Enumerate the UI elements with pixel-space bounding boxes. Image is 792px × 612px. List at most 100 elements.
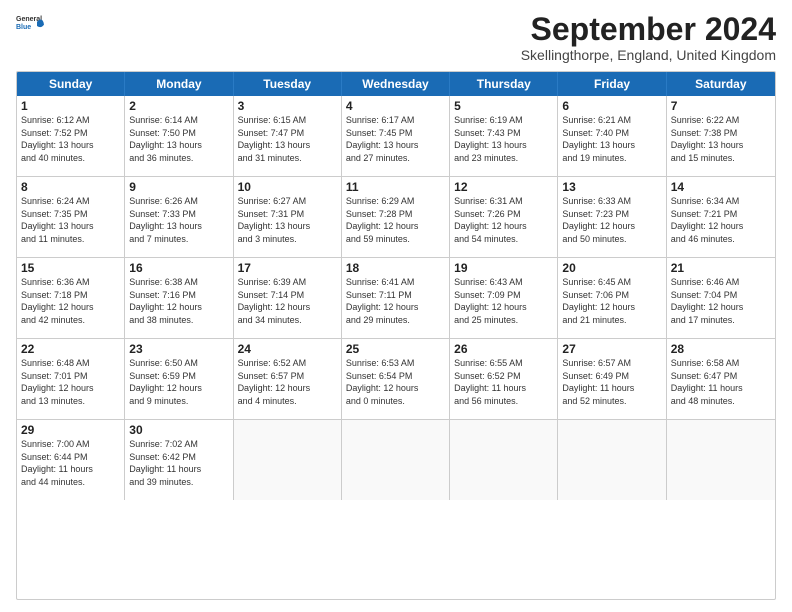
calendar-row: 8Sunrise: 6:24 AM Sunset: 7:35 PM Daylig…	[17, 177, 775, 258]
cell-info: Sunrise: 6:46 AM Sunset: 7:04 PM Dayligh…	[671, 276, 771, 326]
day-number: 16	[129, 261, 228, 275]
table-row: 27Sunrise: 6:57 AM Sunset: 6:49 PM Dayli…	[558, 339, 666, 419]
table-row: 19Sunrise: 6:43 AM Sunset: 7:09 PM Dayli…	[450, 258, 558, 338]
day-number: 27	[562, 342, 661, 356]
cell-info: Sunrise: 6:12 AM Sunset: 7:52 PM Dayligh…	[21, 114, 120, 164]
cell-info: Sunrise: 6:43 AM Sunset: 7:09 PM Dayligh…	[454, 276, 553, 326]
table-row: 16Sunrise: 6:38 AM Sunset: 7:16 PM Dayli…	[125, 258, 233, 338]
day-number: 19	[454, 261, 553, 275]
table-row: 26Sunrise: 6:55 AM Sunset: 6:52 PM Dayli…	[450, 339, 558, 419]
header-wednesday: Wednesday	[342, 72, 450, 96]
header-monday: Monday	[125, 72, 233, 96]
day-number: 7	[671, 99, 771, 113]
table-row: 18Sunrise: 6:41 AM Sunset: 7:11 PM Dayli…	[342, 258, 450, 338]
day-number: 13	[562, 180, 661, 194]
day-number: 9	[129, 180, 228, 194]
day-number: 11	[346, 180, 445, 194]
header-friday: Friday	[558, 72, 666, 96]
cell-info: Sunrise: 6:31 AM Sunset: 7:26 PM Dayligh…	[454, 195, 553, 245]
table-row: 28Sunrise: 6:58 AM Sunset: 6:47 PM Dayli…	[667, 339, 775, 419]
table-row	[667, 420, 775, 500]
table-row: 17Sunrise: 6:39 AM Sunset: 7:14 PM Dayli…	[234, 258, 342, 338]
day-number: 26	[454, 342, 553, 356]
day-number: 18	[346, 261, 445, 275]
calendar-row: 1Sunrise: 6:12 AM Sunset: 7:52 PM Daylig…	[17, 96, 775, 177]
day-number: 23	[129, 342, 228, 356]
day-number: 15	[21, 261, 120, 275]
cell-info: Sunrise: 6:55 AM Sunset: 6:52 PM Dayligh…	[454, 357, 553, 407]
table-row: 2Sunrise: 6:14 AM Sunset: 7:50 PM Daylig…	[125, 96, 233, 176]
header-thursday: Thursday	[450, 72, 558, 96]
day-number: 24	[238, 342, 337, 356]
calendar: Sunday Monday Tuesday Wednesday Thursday…	[16, 71, 776, 600]
day-number: 10	[238, 180, 337, 194]
table-row: 23Sunrise: 6:50 AM Sunset: 6:59 PM Dayli…	[125, 339, 233, 419]
cell-info: Sunrise: 6:38 AM Sunset: 7:16 PM Dayligh…	[129, 276, 228, 326]
cell-info: Sunrise: 6:57 AM Sunset: 6:49 PM Dayligh…	[562, 357, 661, 407]
header: General Blue September 2024 Skellingthor…	[16, 12, 776, 63]
day-number: 21	[671, 261, 771, 275]
day-number: 25	[346, 342, 445, 356]
day-number: 29	[21, 423, 120, 437]
table-row: 5Sunrise: 6:19 AM Sunset: 7:43 PM Daylig…	[450, 96, 558, 176]
table-row: 13Sunrise: 6:33 AM Sunset: 7:23 PM Dayli…	[558, 177, 666, 257]
cell-info: Sunrise: 6:19 AM Sunset: 7:43 PM Dayligh…	[454, 114, 553, 164]
cell-info: Sunrise: 6:21 AM Sunset: 7:40 PM Dayligh…	[562, 114, 661, 164]
location: Skellingthorpe, England, United Kingdom	[521, 47, 776, 63]
day-number: 1	[21, 99, 120, 113]
cell-info: Sunrise: 6:17 AM Sunset: 7:45 PM Dayligh…	[346, 114, 445, 164]
table-row: 24Sunrise: 6:52 AM Sunset: 6:57 PM Dayli…	[234, 339, 342, 419]
table-row: 29Sunrise: 7:00 AM Sunset: 6:44 PM Dayli…	[17, 420, 125, 500]
cell-info: Sunrise: 7:00 AM Sunset: 6:44 PM Dayligh…	[21, 438, 120, 488]
header-sunday: Sunday	[17, 72, 125, 96]
table-row	[450, 420, 558, 500]
cell-info: Sunrise: 6:39 AM Sunset: 7:14 PM Dayligh…	[238, 276, 337, 326]
cell-info: Sunrise: 6:22 AM Sunset: 7:38 PM Dayligh…	[671, 114, 771, 164]
header-saturday: Saturday	[667, 72, 775, 96]
table-row: 10Sunrise: 6:27 AM Sunset: 7:31 PM Dayli…	[234, 177, 342, 257]
day-number: 28	[671, 342, 771, 356]
table-row: 21Sunrise: 6:46 AM Sunset: 7:04 PM Dayli…	[667, 258, 775, 338]
table-row: 1Sunrise: 6:12 AM Sunset: 7:52 PM Daylig…	[17, 96, 125, 176]
table-row: 25Sunrise: 6:53 AM Sunset: 6:54 PM Dayli…	[342, 339, 450, 419]
table-row: 22Sunrise: 6:48 AM Sunset: 7:01 PM Dayli…	[17, 339, 125, 419]
cell-info: Sunrise: 6:53 AM Sunset: 6:54 PM Dayligh…	[346, 357, 445, 407]
table-row: 12Sunrise: 6:31 AM Sunset: 7:26 PM Dayli…	[450, 177, 558, 257]
day-number: 30	[129, 423, 228, 437]
cell-info: Sunrise: 6:36 AM Sunset: 7:18 PM Dayligh…	[21, 276, 120, 326]
cell-info: Sunrise: 6:29 AM Sunset: 7:28 PM Dayligh…	[346, 195, 445, 245]
day-number: 2	[129, 99, 228, 113]
logo-icon: General Blue	[16, 12, 44, 40]
table-row: 14Sunrise: 6:34 AM Sunset: 7:21 PM Dayli…	[667, 177, 775, 257]
table-row: 15Sunrise: 6:36 AM Sunset: 7:18 PM Dayli…	[17, 258, 125, 338]
day-number: 20	[562, 261, 661, 275]
cell-info: Sunrise: 6:50 AM Sunset: 6:59 PM Dayligh…	[129, 357, 228, 407]
calendar-body: 1Sunrise: 6:12 AM Sunset: 7:52 PM Daylig…	[17, 96, 775, 500]
page: General Blue September 2024 Skellingthor…	[0, 0, 792, 612]
table-row	[234, 420, 342, 500]
logo: General Blue	[16, 12, 44, 40]
svg-text:Blue: Blue	[16, 24, 31, 31]
cell-info: Sunrise: 6:45 AM Sunset: 7:06 PM Dayligh…	[562, 276, 661, 326]
calendar-row: 15Sunrise: 6:36 AM Sunset: 7:18 PM Dayli…	[17, 258, 775, 339]
day-number: 6	[562, 99, 661, 113]
header-tuesday: Tuesday	[234, 72, 342, 96]
cell-info: Sunrise: 6:15 AM Sunset: 7:47 PM Dayligh…	[238, 114, 337, 164]
day-number: 14	[671, 180, 771, 194]
table-row: 3Sunrise: 6:15 AM Sunset: 7:47 PM Daylig…	[234, 96, 342, 176]
day-number: 3	[238, 99, 337, 113]
cell-info: Sunrise: 6:34 AM Sunset: 7:21 PM Dayligh…	[671, 195, 771, 245]
cell-info: Sunrise: 6:52 AM Sunset: 6:57 PM Dayligh…	[238, 357, 337, 407]
cell-info: Sunrise: 6:58 AM Sunset: 6:47 PM Dayligh…	[671, 357, 771, 407]
table-row: 6Sunrise: 6:21 AM Sunset: 7:40 PM Daylig…	[558, 96, 666, 176]
cell-info: Sunrise: 6:26 AM Sunset: 7:33 PM Dayligh…	[129, 195, 228, 245]
day-number: 4	[346, 99, 445, 113]
day-number: 22	[21, 342, 120, 356]
calendar-header: Sunday Monday Tuesday Wednesday Thursday…	[17, 72, 775, 96]
cell-info: Sunrise: 6:33 AM Sunset: 7:23 PM Dayligh…	[562, 195, 661, 245]
calendar-row: 22Sunrise: 6:48 AM Sunset: 7:01 PM Dayli…	[17, 339, 775, 420]
calendar-row: 29Sunrise: 7:00 AM Sunset: 6:44 PM Dayli…	[17, 420, 775, 500]
day-number: 8	[21, 180, 120, 194]
table-row: 4Sunrise: 6:17 AM Sunset: 7:45 PM Daylig…	[342, 96, 450, 176]
cell-info: Sunrise: 6:27 AM Sunset: 7:31 PM Dayligh…	[238, 195, 337, 245]
